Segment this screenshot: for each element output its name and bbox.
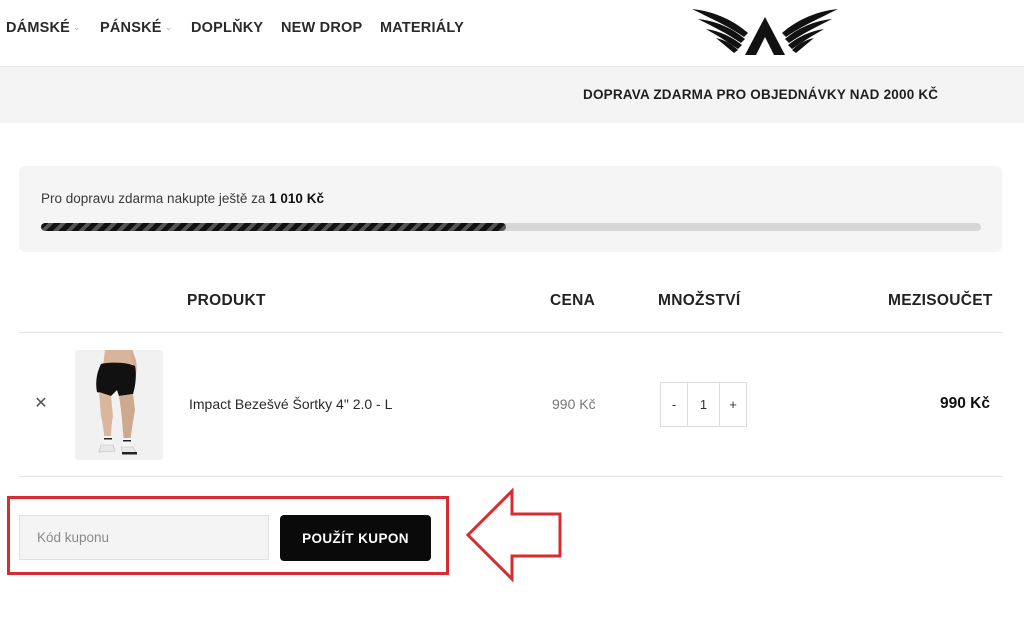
product-thumbnail[interactable]: [75, 350, 163, 460]
column-header-subtotal: MEZISOUČET: [888, 292, 993, 309]
free-shipping-progress-bar: [41, 223, 981, 231]
close-icon[interactable]: ✕: [33, 396, 49, 412]
column-header-quantity: MNOŽSTVÍ: [658, 292, 741, 309]
free-shipping-progress-box: Pro dopravu zdarma nakupte ještě za 1 01…: [19, 166, 1002, 252]
nav-item-label: NEW DROP: [281, 20, 363, 36]
column-header-product: PRODUKT: [187, 292, 266, 309]
nav-item-new-drop[interactable]: NEW DROP: [281, 20, 362, 36]
winged-a-logo[interactable]: [690, 3, 840, 57]
coupon-code-input[interactable]: [19, 515, 269, 560]
quantity-input[interactable]: 1: [687, 383, 720, 426]
progress-fill: [41, 223, 507, 231]
nav-item-label: MATERIÁLY: [380, 20, 464, 36]
nav-item-doplnky[interactable]: DOPLŇKY: [191, 20, 263, 36]
nav-item-label: PÁNSKÉ: [100, 20, 162, 36]
column-header-price: CENA: [550, 292, 596, 309]
table-divider: [19, 332, 1002, 333]
nav-item-label: DOPLŇKY: [191, 20, 264, 36]
product-price: 990 Kč: [552, 396, 596, 412]
nav-item-panske[interactable]: PÁNSKÉ ⌄: [100, 20, 172, 36]
increase-quantity-button[interactable]: +: [720, 383, 746, 426]
top-navigation: DÁMSKÉ ⌄ PÁNSKÉ ⌄ DOPLŇKY NEW DROP MATERIÁ…: [0, 0, 1024, 67]
left-arrow-outline-icon: [465, 487, 562, 583]
free-shipping-amount: 1 010 Kč: [269, 191, 324, 206]
free-shipping-prefix: Pro dopravu zdarma nakupte ještě za: [41, 191, 266, 206]
quantity-stepper: - 1 +: [660, 382, 747, 427]
nav-item-label: DÁMSKÉ: [6, 20, 71, 36]
row-subtotal: 990 Kč: [940, 395, 990, 412]
chevron-down-icon: ⌄: [73, 22, 81, 32]
apply-coupon-button[interactable]: POUŽÍT KUPON: [280, 515, 431, 561]
table-divider: [19, 476, 1002, 477]
banner-text: DOPRAVA ZDARMA PRO OBJEDNÁVKY NAD 2000 K…: [583, 87, 939, 102]
decrease-quantity-button[interactable]: -: [661, 383, 687, 426]
nav-item-damske[interactable]: DÁMSKÉ ⌄: [6, 20, 81, 36]
nav-item-materialy[interactable]: MATERIÁLY: [380, 20, 464, 36]
product-name[interactable]: Impact Bezešvé Šortky 4" 2.0 - L: [189, 396, 392, 412]
product-image: [75, 350, 163, 460]
free-shipping-banner: DOPRAVA ZDARMA PRO OBJEDNÁVKY NAD 2000 K…: [0, 67, 1024, 123]
chevron-down-icon: ⌄: [164, 22, 173, 32]
free-shipping-message: Pro dopravu zdarma nakupte ještě za 1 01…: [41, 191, 324, 206]
